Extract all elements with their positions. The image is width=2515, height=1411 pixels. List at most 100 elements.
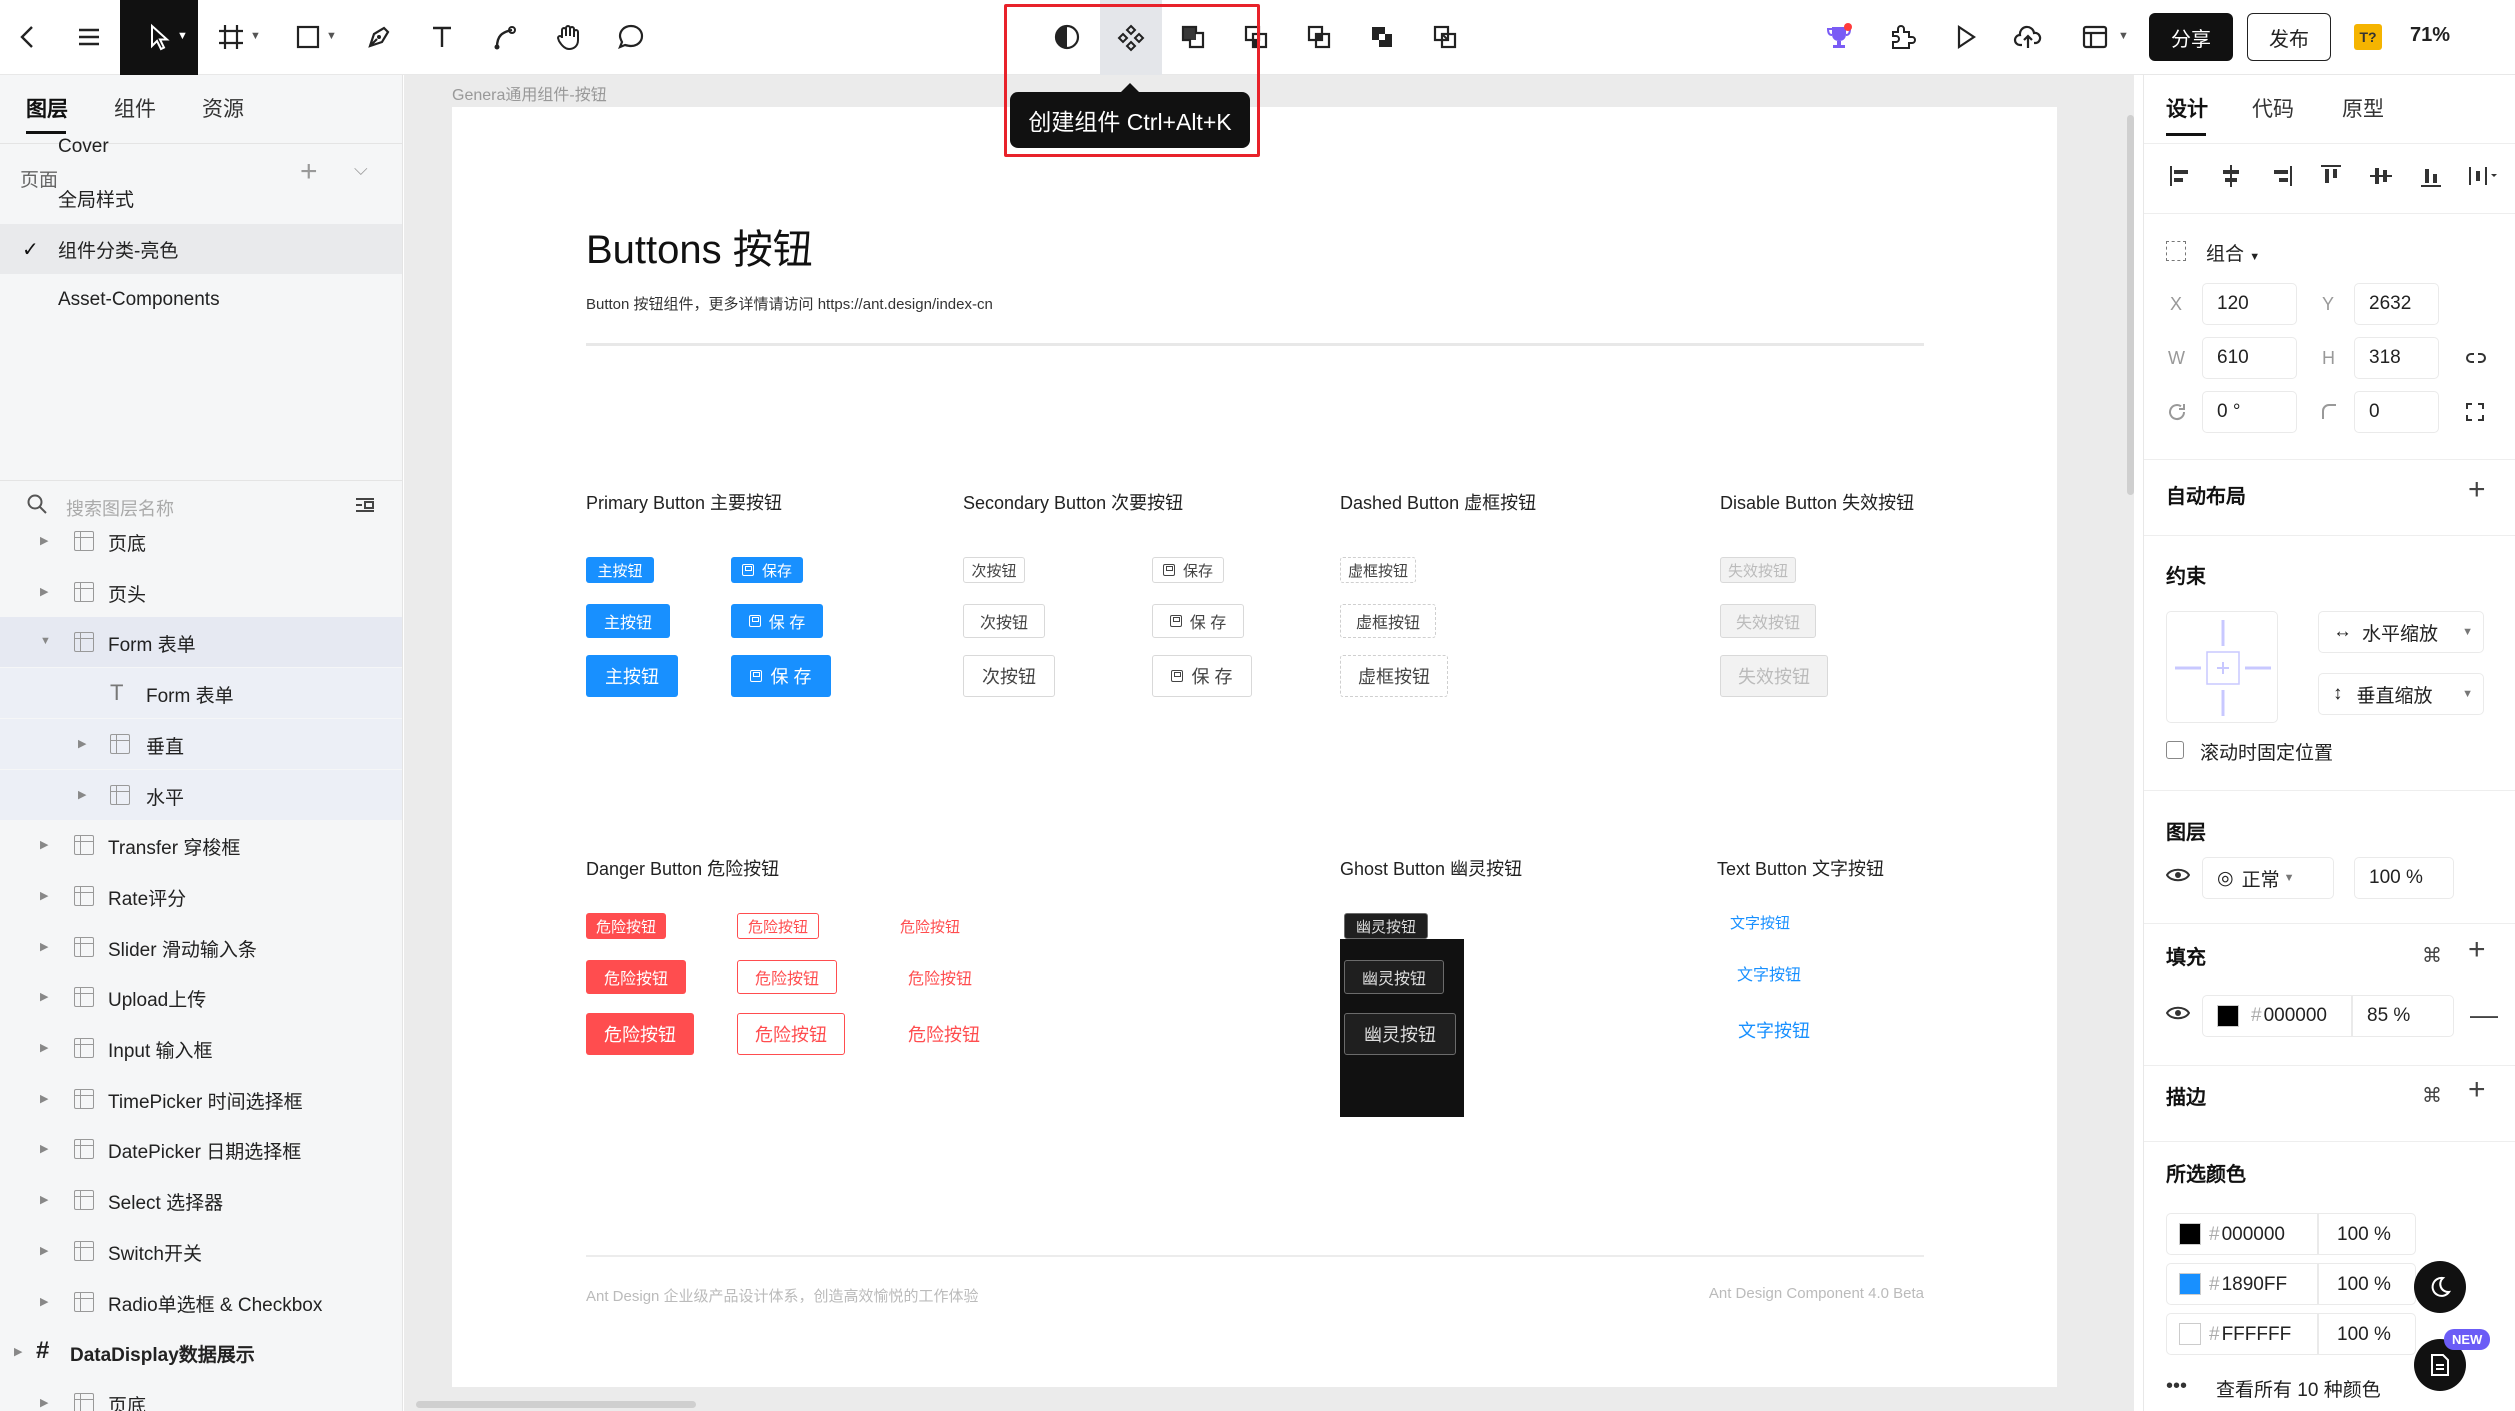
play-icon[interactable] bbox=[1940, 12, 1990, 62]
add-fill-icon[interactable]: + bbox=[2468, 935, 2486, 965]
frame-tool-icon[interactable] bbox=[206, 12, 256, 62]
page-item[interactable]: Cover bbox=[0, 122, 402, 172]
layer-row[interactable]: ▶ 页底 bbox=[0, 516, 402, 566]
layer-opacity-field[interactable]: 100 % bbox=[2354, 857, 2454, 899]
tab-layers[interactable]: 图层 bbox=[26, 93, 68, 123]
color-swatch[interactable] bbox=[2179, 1323, 2201, 1345]
layer-row[interactable]: ▶ Slider 滑动输入条 bbox=[0, 922, 402, 972]
caret-right-icon[interactable]: ▶ bbox=[40, 1295, 48, 1308]
primary-button[interactable]: 主按钮 bbox=[586, 655, 678, 697]
missing-font-badge[interactable]: T? bbox=[2354, 24, 2382, 50]
remove-fill-icon[interactable]: — bbox=[2470, 999, 2498, 1031]
selected-color-row[interactable]: #000000 100 % bbox=[2166, 1213, 2416, 1255]
chevron-down-icon[interactable]: ▼ bbox=[326, 30, 337, 42]
caret-right-icon[interactable]: ▶ bbox=[14, 1345, 22, 1358]
blend-mode-select[interactable]: ◎ 正常 ▼ bbox=[2202, 857, 2334, 899]
distribute-icon[interactable] bbox=[2464, 159, 2498, 193]
danger-outline-button[interactable]: 危险按钮 bbox=[737, 1013, 845, 1055]
publish-button[interactable]: 发布 bbox=[2247, 13, 2331, 61]
layout-icon[interactable] bbox=[2070, 12, 2120, 62]
constraint-widget[interactable] bbox=[2166, 611, 2278, 723]
fix-scroll-checkbox[interactable] bbox=[2166, 741, 2184, 759]
dashed-button[interactable]: 虚框按钮 bbox=[1340, 655, 1448, 697]
danger-text-button[interactable]: 危险按钮 bbox=[890, 960, 990, 994]
layer-row[interactable]: ▶ Select 选择器 bbox=[0, 1175, 402, 1225]
layer-row[interactable]: ▶ Rate评分 bbox=[0, 871, 402, 921]
chevron-down-icon[interactable]: ▼ bbox=[177, 30, 188, 42]
page-item[interactable]: 全局样式 bbox=[0, 173, 402, 223]
layer-row[interactable]: T Form 表单 bbox=[0, 668, 402, 718]
danger-button[interactable]: 危险按钮 bbox=[586, 1013, 694, 1055]
caret-right-icon[interactable]: ▶ bbox=[40, 838, 48, 851]
back-icon[interactable] bbox=[3, 12, 53, 62]
layer-row[interactable]: ▶ Upload上传 bbox=[0, 972, 402, 1022]
primary-save-button[interactable]: 保 存 bbox=[731, 604, 823, 638]
caret-right-icon[interactable]: ▶ bbox=[40, 585, 48, 598]
layer-row[interactable]: ▶ DatePicker 日期选择框 bbox=[0, 1124, 402, 1174]
danger-button[interactable]: 危险按钮 bbox=[586, 913, 666, 939]
more-icon[interactable]: ••• bbox=[2166, 1375, 2187, 1398]
vertical-scrollbar[interactable] bbox=[2127, 115, 2134, 495]
hand-tool-icon[interactable] bbox=[543, 12, 593, 62]
tab-code[interactable]: 代码 bbox=[2252, 93, 2294, 123]
layer-row[interactable]: ▶ 页底 bbox=[0, 1378, 402, 1411]
add-stroke-icon[interactable]: + bbox=[2468, 1075, 2486, 1105]
primary-save-button[interactable]: 保 存 bbox=[731, 655, 831, 697]
vertical-constraint-select[interactable]: ↕ 垂直缩放 ▼ bbox=[2318, 673, 2484, 715]
canvas[interactable]: Genera通用组件-按钮 Buttons 按钮 Button 按钮组件，更多详… bbox=[404, 75, 2134, 1411]
dashed-button[interactable]: 虚框按钮 bbox=[1340, 557, 1416, 583]
buttons-frame[interactable]: Buttons 按钮 Button 按钮组件，更多详情请访问 https://a… bbox=[452, 107, 2057, 1387]
disabled-button[interactable]: 失效按钮 bbox=[1720, 655, 1828, 697]
caret-right-icon[interactable]: ▶ bbox=[40, 990, 48, 1003]
align-top-icon[interactable] bbox=[2314, 159, 2348, 193]
caret-down-icon[interactable]: ▼ bbox=[40, 635, 51, 647]
ghost-button[interactable]: 幽灵按钮 bbox=[1344, 913, 1428, 939]
chevron-down-icon[interactable]: ▼ bbox=[2118, 30, 2129, 42]
eye-icon[interactable] bbox=[2165, 1005, 2191, 1026]
primary-save-button[interactable]: 保存 bbox=[731, 557, 803, 583]
comment-tool-icon[interactable] bbox=[606, 12, 656, 62]
exclude-icon[interactable] bbox=[1357, 12, 1407, 62]
y-field[interactable]: 2632 bbox=[2354, 283, 2439, 325]
style-grid-icon[interactable]: ⌘ bbox=[2422, 943, 2442, 968]
layer-row[interactable]: ▶ 页头 bbox=[0, 567, 402, 617]
caret-right-icon[interactable]: ▶ bbox=[40, 1092, 48, 1105]
radius-field[interactable]: 0 bbox=[2354, 391, 2439, 433]
disabled-button[interactable]: 失效按钮 bbox=[1720, 557, 1796, 583]
add-auto-layout-icon[interactable]: + bbox=[2468, 475, 2486, 505]
layer-row[interactable]: ▶ # DataDisplay数据展示 bbox=[0, 1327, 402, 1377]
intersect-icon[interactable] bbox=[1294, 12, 1344, 62]
layer-row[interactable]: ▶ 垂直 bbox=[0, 719, 402, 769]
secondary-save-button[interactable]: 保存 bbox=[1152, 557, 1224, 583]
caret-right-icon[interactable]: ▶ bbox=[40, 1396, 48, 1409]
eye-icon[interactable] bbox=[2165, 867, 2191, 888]
align-bottom-icon[interactable] bbox=[2414, 159, 2448, 193]
height-field[interactable]: 318 bbox=[2354, 337, 2439, 379]
danger-button[interactable]: 危险按钮 bbox=[586, 960, 686, 994]
rotation-field[interactable]: 0 ° bbox=[2202, 391, 2297, 433]
secondary-button[interactable]: 次按钮 bbox=[963, 655, 1055, 697]
color-opacity[interactable]: 100 % bbox=[2337, 1224, 2391, 1246]
secondary-button[interactable]: 次按钮 bbox=[963, 604, 1045, 638]
tab-assets[interactable]: 资源 bbox=[202, 93, 244, 123]
horizontal-scrollbar[interactable] bbox=[416, 1401, 696, 1408]
primary-button[interactable]: 主按钮 bbox=[586, 557, 654, 583]
danger-text-button[interactable]: 危险按钮 bbox=[890, 1013, 998, 1055]
page-item[interactable]: Asset-Components bbox=[0, 275, 402, 325]
secondary-save-button[interactable]: 保 存 bbox=[1152, 604, 1244, 638]
selected-color-row[interactable]: #1890FF 100 % bbox=[2166, 1263, 2416, 1305]
caret-right-icon[interactable]: ▶ bbox=[40, 1193, 48, 1206]
text-button[interactable]: 文字按钮 bbox=[1720, 956, 1818, 990]
text-button[interactable]: 文字按钮 bbox=[1720, 1009, 1828, 1051]
caret-right-icon[interactable]: ▶ bbox=[78, 737, 86, 750]
primary-button[interactable]: 主按钮 bbox=[586, 604, 670, 638]
secondary-button[interactable]: 次按钮 bbox=[963, 557, 1025, 583]
connector-tool-icon[interactable] bbox=[480, 12, 530, 62]
layer-row[interactable]: ▶ TimePicker 时间选择框 bbox=[0, 1074, 402, 1124]
caret-right-icon[interactable]: ▶ bbox=[40, 1041, 48, 1054]
ghost-button[interactable]: 幽灵按钮 bbox=[1344, 960, 1444, 994]
danger-outline-button[interactable]: 危险按钮 bbox=[737, 913, 819, 939]
plugin-icon[interactable] bbox=[1877, 12, 1927, 62]
selected-color-row[interactable]: # FFFFFF 100 % bbox=[2166, 1313, 2416, 1355]
flatten-icon[interactable] bbox=[1420, 12, 1470, 62]
